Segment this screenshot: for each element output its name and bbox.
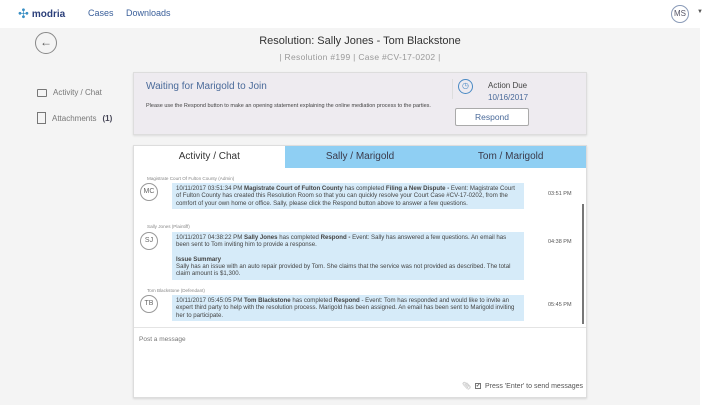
message-verb: has completed <box>344 185 385 192</box>
page-subtitle: | Resolution #199 | Case #CV-17-0202 | <box>279 52 441 62</box>
enter-to-send-label: Press 'Enter' to send messages <box>485 382 583 390</box>
paperclip-icon[interactable]: 📎︎ <box>462 382 471 390</box>
logo-text: modria <box>31 8 66 20</box>
sidebar-item-label: Activity / Chat <box>53 88 102 97</box>
scrollbar[interactable] <box>582 204 584 324</box>
sidebar-item-attachments[interactable]: Attachments (1) <box>37 112 112 124</box>
chevron-down-icon[interactable]: ▼ <box>697 9 703 15</box>
case-number: Case #CV-17-0202 <box>358 52 436 62</box>
avatar: TB <box>140 295 158 313</box>
message-action: Respond - <box>320 234 351 241</box>
chat-icon <box>37 88 47 97</box>
message-author: Sally Jones (Plaintiff) <box>147 224 190 229</box>
top-nav: ✣ modria Cases Downloads MS ▼ <box>0 0 720 28</box>
resolution-number: Resolution #199 <box>284 52 351 62</box>
chat-panel: Activity / Chat Sally / Marigold Tom / M… <box>133 145 587 398</box>
message-bubble: 10/11/2017 04:38:22 PM Sally Jones has c… <box>172 232 524 280</box>
issue-summary-title: Issue Summary <box>176 255 222 263</box>
message-time: 04:38 PM <box>548 239 572 245</box>
message-timestamp: 10/11/2017 04:38:22 PM <box>176 234 243 241</box>
page-title: Resolution: Sally Jones - Tom Blackstone <box>259 35 461 47</box>
message-actor: Sally Jones <box>244 234 278 241</box>
nav-downloads[interactable]: Downloads <box>126 8 171 18</box>
clock-icon: ◷ <box>458 79 473 94</box>
message-input[interactable]: Post a message <box>139 336 186 343</box>
status-card: Waiting for Marigold to Join Please use … <box>133 72 587 135</box>
message-author: Magistrate Court Of Fulton County (Admin… <box>147 176 235 181</box>
message-verb: has completed <box>279 234 319 241</box>
logo-mark-icon: ✣ <box>18 6 29 21</box>
message-timestamp: 10/11/2017 05:45:05 PM <box>176 297 243 304</box>
sidebar-item-label: Attachments <box>52 113 97 123</box>
avatar: SJ <box>140 232 158 250</box>
message-timestamp: 10/11/2017 03:51:34 PM <box>176 185 243 192</box>
attachment-count: (1) <box>102 113 113 123</box>
avatar: MC <box>140 183 158 201</box>
respond-button[interactable]: Respond <box>455 108 529 126</box>
tab-sally-marigold[interactable]: Sally / Marigold <box>284 146 436 168</box>
message-verb: has completed <box>292 297 332 304</box>
divider <box>452 79 453 99</box>
message-author: Tom Blackstone (Defendant) <box>147 288 205 293</box>
message-action: Respond <box>333 297 360 304</box>
message-actor: Tom Blackstone <box>244 297 291 304</box>
action-due-date: 10/16/2017 <box>488 93 529 102</box>
message-time: 03:51 PM <box>548 191 572 197</box>
issue-summary: Sally has an issue with an auto repair p… <box>176 263 511 278</box>
document-icon <box>37 112 46 124</box>
user-avatar[interactable]: MS <box>671 5 689 23</box>
message-action: Filing a New Dispute - <box>385 185 450 192</box>
nav-cases[interactable]: Cases <box>88 8 114 18</box>
message-actor: Magistrate Court of Fulton County <box>244 185 343 192</box>
message-bubble: 10/11/2017 03:51:34 PM Magistrate Court … <box>172 183 524 209</box>
tab-activity-chat[interactable]: Activity / Chat <box>134 146 285 168</box>
message-list: Magistrate Court Of Fulton County (Admin… <box>134 168 586 328</box>
enter-to-send-option[interactable]: 📎︎ ✔ Press 'Enter' to send messages <box>462 382 583 391</box>
status-text: Please use the Respond button to make an… <box>146 103 431 109</box>
tab-tom-marigold[interactable]: Tom / Marigold <box>435 146 587 168</box>
message-bubble: 10/11/2017 05:45:05 PM Tom Blackstone ha… <box>172 295 524 321</box>
enter-to-send-checkbox[interactable]: ✔ <box>475 383 481 389</box>
modria-logo[interactable]: ✣ modria <box>18 6 65 22</box>
status-heading: Waiting for Marigold to Join <box>146 81 267 92</box>
message-time: 05:45 PM <box>548 302 572 308</box>
sidebar-item-activity[interactable]: Activity / Chat <box>37 88 102 97</box>
action-due-label: Action Due <box>488 81 528 90</box>
